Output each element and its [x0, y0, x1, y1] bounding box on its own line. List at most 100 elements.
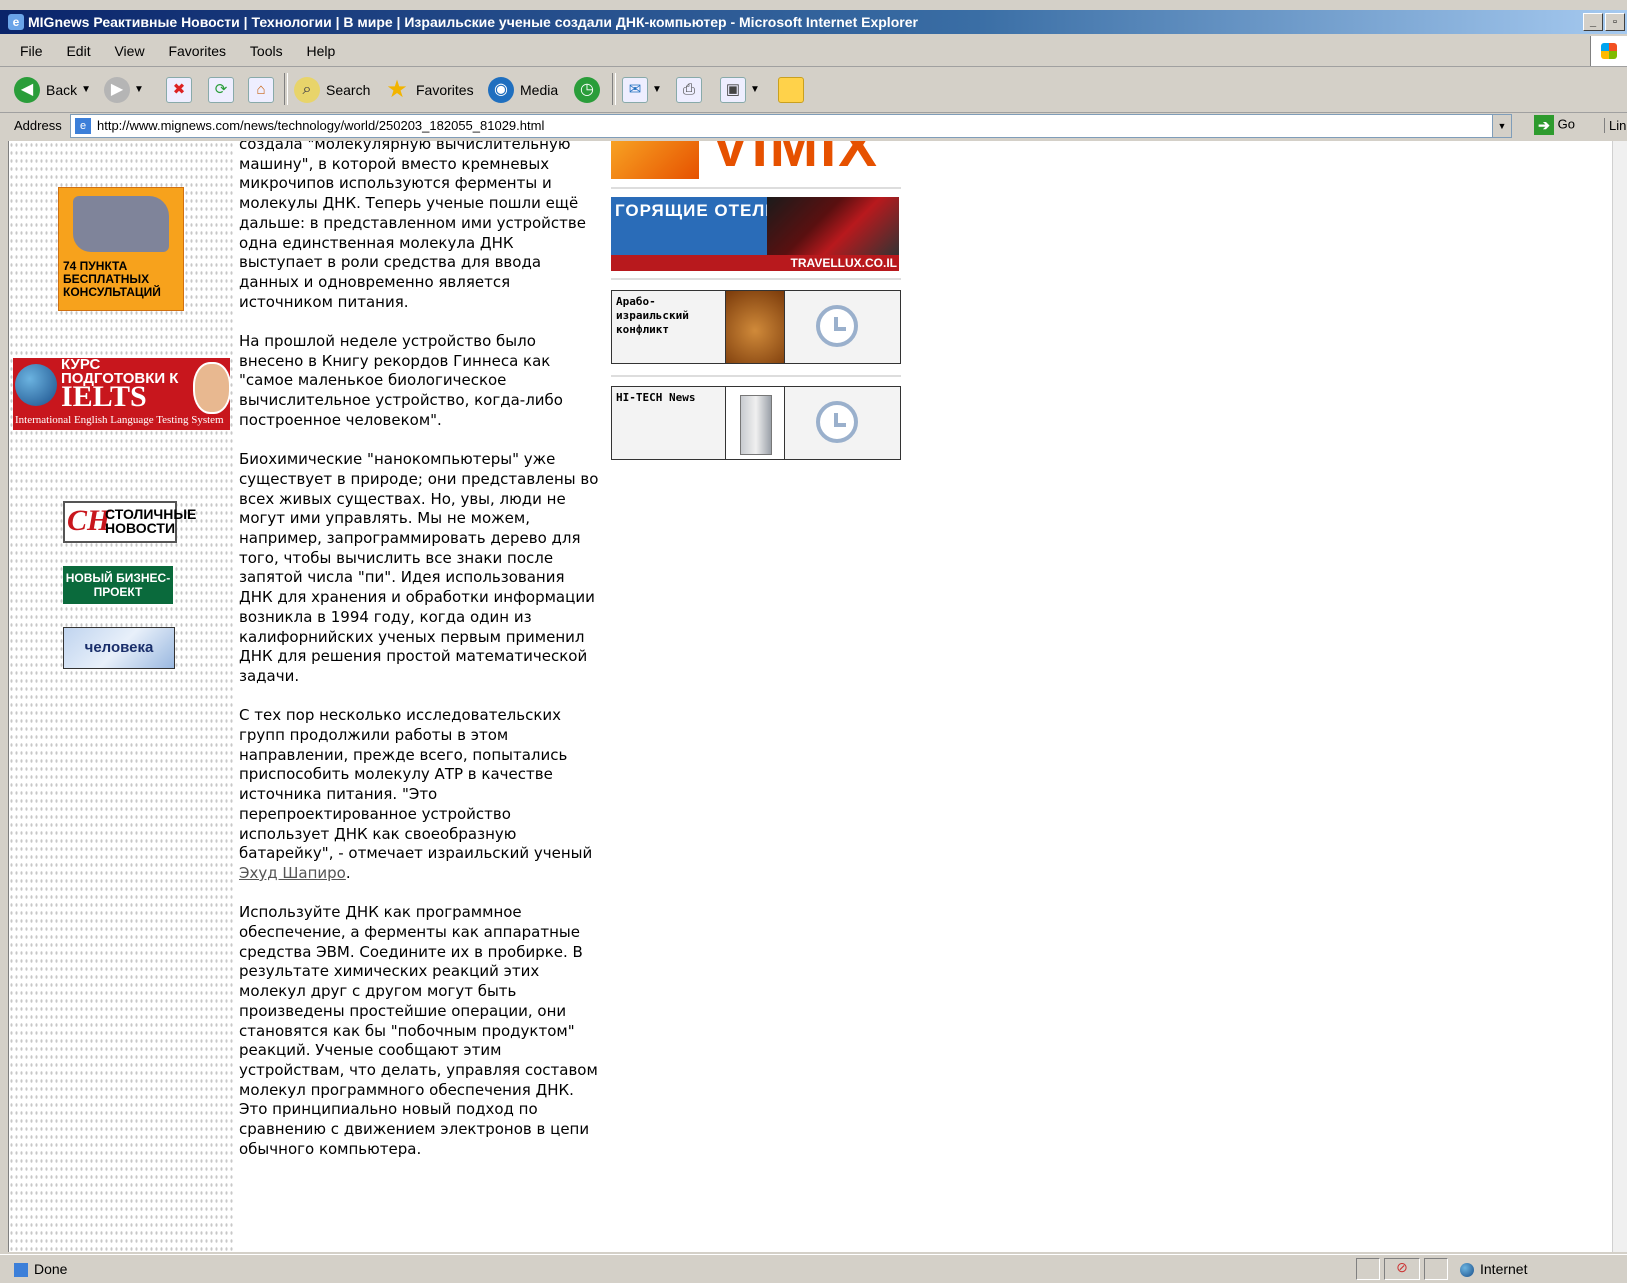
mail-dropdown-icon[interactable]: ▼ — [652, 84, 662, 95]
london-photo — [767, 197, 899, 255]
ie-logo-icon: e — [8, 14, 24, 30]
hotels-title: ГОРЯЩИЕ ОТЕЛИ — [615, 201, 779, 220]
go-label: Go — [1557, 116, 1575, 132]
menu-edit[interactable]: Edit — [66, 43, 90, 59]
forward-button[interactable]: ▶ ▼ — [104, 75, 144, 104]
print-icon: ⎙ — [676, 77, 702, 104]
back-arrow-icon: ◀ — [14, 77, 40, 104]
article-paragraph: С тех пор несколько исследовательских гр… — [239, 706, 599, 883]
address-url[interactable]: http://www.mignews.com/news/technology/w… — [97, 118, 544, 133]
vertical-scrollbar[interactable] — [1612, 141, 1627, 1252]
favorites-star-icon: ★ — [386, 76, 408, 104]
search-icon: ⌕ — [294, 77, 320, 104]
windows-logo — [1590, 36, 1627, 66]
print-button[interactable]: ⎙ — [676, 75, 702, 104]
article-body: создала "молекулярную вычислительную маш… — [239, 141, 599, 1179]
article-paragraph: Биохимические "нанокомпьютеры" уже сущес… — [239, 450, 599, 685]
home-button[interactable]: ⌂ — [248, 75, 274, 104]
status-cell — [1356, 1258, 1380, 1280]
divider — [611, 375, 901, 377]
woman-photo — [193, 362, 230, 414]
menu-file[interactable]: File — [20, 43, 43, 59]
globe-icon — [15, 364, 57, 406]
promo-arab-israeli-conflict[interactable]: Арабо-израильский конфликт — [611, 290, 901, 364]
page-done-icon — [14, 1263, 28, 1278]
go-button[interactable]: ➔ Go — [1534, 115, 1575, 135]
promo-hitech-news[interactable]: HI-TECH News — [611, 386, 901, 460]
menu-help[interactable]: Help — [307, 43, 336, 59]
menu-favorites[interactable]: Favorites — [168, 43, 226, 59]
ad-stolichnye-novosti[interactable]: СН СТОЛИЧНЫЕ НОВОСТИ — [63, 501, 196, 543]
history-icon: ◷ — [574, 77, 600, 104]
links-button[interactable]: Lin — [1604, 118, 1626, 133]
forward-arrow-icon: ▶ — [104, 77, 130, 104]
history-button[interactable]: ◷ — [574, 75, 600, 104]
divider — [611, 187, 901, 189]
ad-vimix[interactable]: VIMIX — [611, 141, 901, 179]
status-text: Done — [34, 1261, 68, 1277]
ad-chelovek[interactable]: человека — [63, 627, 175, 669]
address-dropdown-icon[interactable]: ▼ — [1492, 115, 1511, 137]
edit-dropdown-icon[interactable]: ▼ — [750, 84, 760, 95]
ad-new-business[interactable]: НОВЫЙ БИЗНЕС-ПРОЕКТ — [63, 566, 173, 604]
clock-icon — [816, 401, 858, 443]
windows-flag-icon — [1601, 43, 1617, 59]
shapiro-link[interactable]: Эхуд Шапиро — [239, 864, 346, 882]
messenger-button[interactable] — [778, 75, 804, 104]
mail-icon: ✉ — [622, 77, 648, 104]
media-icon: ◉ — [488, 77, 514, 104]
search-label: Search — [326, 82, 371, 99]
mail-button[interactable]: ✉ ▼ — [622, 75, 662, 104]
edit-button[interactable]: ▣ ▼ — [720, 75, 760, 104]
page-icon: e — [75, 118, 91, 134]
vimix-graphic — [611, 141, 699, 179]
ielts-big-text: IELTS — [61, 380, 147, 413]
clock-icon — [816, 305, 858, 347]
internet-globe-icon — [1460, 1263, 1474, 1278]
toolbar-separator — [612, 73, 616, 105]
menu-tools[interactable]: Tools — [250, 43, 283, 59]
title-bar: e MIGnews Реактивные Новости | Технологии… — [0, 10, 1627, 34]
ad-hot-hotels[interactable]: ГОРЯЩИЕ ОТЕЛИ TRAVELLUX.CO.IL — [611, 197, 899, 271]
status-done: Done — [14, 1261, 68, 1278]
divider — [611, 278, 901, 280]
sn-text: СТОЛИЧНЫЕ НОВОСТИ — [105, 506, 197, 536]
maximize-button[interactable]: ▫ — [1605, 13, 1625, 31]
favorites-button[interactable]: ★ Favorites — [384, 75, 473, 104]
ad-74-consultations[interactable]: 74 ПУНКТА БЕСПЛАТНЫХ КОНСУЛЬТАЦИЙ — [58, 187, 184, 311]
server-photo — [725, 387, 785, 459]
stop-button[interactable]: ✖ — [166, 75, 192, 104]
ad-ielts-course[interactable]: КУРС ПОДГОТОВКИ К IELTS International En… — [13, 358, 230, 430]
window-title: MIGnews Реактивные Новости | Технологии … — [28, 14, 918, 30]
article-paragraph: Используйте ДНК как программное обеспече… — [239, 903, 598, 1158]
hitech-text: HI-TECH News — [616, 391, 696, 404]
status-cell — [1424, 1258, 1448, 1280]
hotels-url: TRAVELLUX.CO.IL — [611, 255, 899, 271]
back-button[interactable]: ◀ Back ▼ — [14, 75, 91, 104]
security-zone: Internet — [1460, 1261, 1528, 1278]
minimize-button[interactable]: _ — [1583, 13, 1603, 31]
media-button[interactable]: ◉ Media — [488, 75, 559, 104]
sn-logo: СН — [67, 504, 111, 537]
back-dropdown-icon[interactable]: ▼ — [81, 84, 91, 95]
forward-dropdown-icon[interactable]: ▼ — [134, 84, 144, 95]
status-bar: Done ⊘ Internet — [0, 1254, 1627, 1283]
menu-view[interactable]: View — [114, 43, 144, 59]
refresh-button[interactable]: ⟳ — [208, 75, 234, 104]
media-label: Media — [520, 82, 559, 99]
note-icon — [778, 77, 804, 104]
toolbar-separator — [284, 73, 288, 105]
menu-bar: File Edit View Favorites Tools Help — [0, 36, 1627, 67]
article-text: . — [345, 863, 351, 882]
arab-conflict-text: Арабо-израильский конфликт — [616, 295, 689, 336]
zone-text: Internet — [1480, 1261, 1528, 1277]
home-icon: ⌂ — [248, 77, 274, 104]
back-label: Back — [46, 82, 78, 99]
vimix-logo: VIMIX — [711, 141, 879, 179]
left-column: 74 ПУНКТА БЕСПЛАТНЫХ КОНСУЛЬТАЦИЙ КУРС П… — [9, 141, 235, 1252]
address-input[interactable]: e http://www.mignews.com/news/technology… — [70, 114, 1512, 138]
ad-map-graphic — [73, 196, 169, 252]
search-button[interactable]: ⌕ Search — [294, 75, 371, 104]
privacy-icon[interactable]: ⊘ — [1384, 1258, 1420, 1280]
ad-74-text: 74 ПУНКТА БЕСПЛАТНЫХ КОНСУЛЬТАЦИЙ — [63, 259, 161, 299]
